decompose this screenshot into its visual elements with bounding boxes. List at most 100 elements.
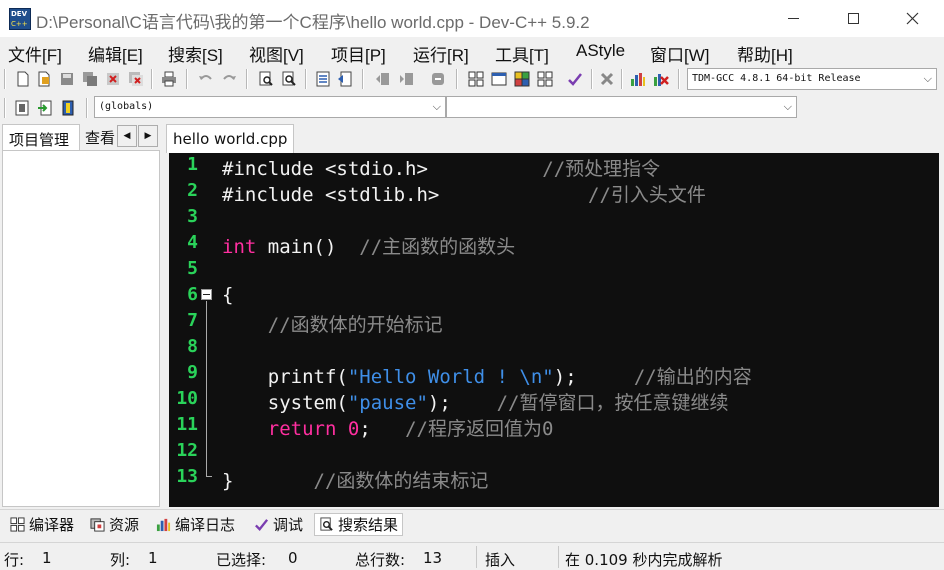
code-editor[interactable]: 1 2 3 4 5 6 7 8 9 10 11 12 13 #include <stdio.h> //预… xyxy=(169,153,939,507)
compile-run-button[interactable] xyxy=(513,70,531,88)
menu-project[interactable]: 项目[P] xyxy=(331,41,386,66)
menu-help[interactable]: 帮助[H] xyxy=(737,41,793,66)
redo-button[interactable] xyxy=(220,70,238,88)
undo-button[interactable] xyxy=(197,70,215,88)
redo-icon xyxy=(223,75,236,80)
code-line: printf("Hello World ! \n"); //输出的内容 xyxy=(222,362,752,388)
profile-button[interactable] xyxy=(629,70,647,88)
tab-compiler-label: 编译器 xyxy=(29,516,75,534)
toolbar-separator xyxy=(4,69,6,89)
devcpp-app-icon: DEV C++ xyxy=(9,8,31,30)
unindent-button[interactable] xyxy=(398,70,416,88)
close-file-icon xyxy=(107,73,119,85)
toolbar-separator xyxy=(86,98,88,118)
tab-resources[interactable]: 资源 xyxy=(86,513,143,536)
unindent-icon xyxy=(400,73,413,85)
line-number: 8 xyxy=(187,336,198,357)
menu-edit[interactable]: 编辑[E] xyxy=(88,41,143,66)
open-file-button[interactable] xyxy=(35,70,53,88)
bookmark-button[interactable] xyxy=(336,70,354,88)
delete-profile-button[interactable] xyxy=(652,70,670,88)
menu-search[interactable]: 搜索[S] xyxy=(168,41,223,66)
code-line: } //函数体的结束标记 xyxy=(222,466,488,492)
status-divider xyxy=(558,546,559,568)
menu-file[interactable]: 文件[F] xyxy=(8,41,62,66)
tab-scroll-left-button[interactable]: ◀ xyxy=(117,125,137,147)
toggle-comment-button[interactable] xyxy=(429,70,447,88)
save-all-button[interactable] xyxy=(81,70,99,88)
panel-splitter[interactable] xyxy=(162,122,168,509)
member-select[interactable]: ⌵ xyxy=(446,96,797,118)
clean-button[interactable] xyxy=(598,70,616,88)
toggle-comment-icon xyxy=(432,73,444,85)
save-button[interactable] xyxy=(58,70,76,88)
add-to-project-button[interactable] xyxy=(36,99,54,117)
tab-hello-world-cpp[interactable]: hello world.cpp xyxy=(166,124,295,153)
menu-tools[interactable]: 工具[T] xyxy=(495,41,549,66)
close-all-button[interactable] xyxy=(127,70,145,88)
run-button[interactable] xyxy=(490,70,508,88)
code-line: #include <stdio.h> //预处理指令 xyxy=(222,154,660,180)
scope-select[interactable]: (globals) ⌵ xyxy=(94,96,446,118)
code-token: //引入头文件 xyxy=(588,184,706,206)
menu-window[interactable]: 窗口[W] xyxy=(650,41,710,66)
new-file-button[interactable] xyxy=(14,70,32,88)
code-token: main() xyxy=(256,236,360,258)
project-tree[interactable] xyxy=(2,150,160,507)
fold-collapse-icon[interactable] xyxy=(201,289,212,300)
compiler-grid-icon xyxy=(10,517,25,532)
close-button[interactable] xyxy=(889,0,935,37)
print-button[interactable] xyxy=(160,70,178,88)
project-new-icon xyxy=(15,100,29,116)
toolbar-separator xyxy=(678,69,680,89)
indent-button[interactable] xyxy=(374,70,392,88)
compile-button[interactable] xyxy=(467,70,485,88)
close-file-button[interactable] xyxy=(104,70,122,88)
title-bar: DEV C++ D:\Personal\C语言代码\我的第一个C程序\hello… xyxy=(0,0,944,37)
menu-bar: 文件[F] 编辑[E] 搜索[S] 视图[V] 项目[P] 运行[R] 工具[T… xyxy=(0,38,944,65)
syntax-check-button[interactable] xyxy=(566,70,584,88)
status-selected-value: 0 xyxy=(288,549,298,567)
menu-view[interactable]: 视图[V] xyxy=(249,41,304,66)
code-token: "Hello World ! \n" xyxy=(347,366,554,388)
code-token: printf( xyxy=(222,366,348,388)
toolbar-separator xyxy=(456,69,458,89)
goto-line-button[interactable] xyxy=(314,70,332,88)
bottom-panel-tabs: 编译器 资源 编译日志 调试 搜索结果 xyxy=(0,509,944,537)
remove-from-project-button[interactable] xyxy=(59,99,77,117)
maximize-icon xyxy=(847,13,859,24)
compile-icon xyxy=(468,71,484,87)
minimize-button[interactable] xyxy=(770,0,816,37)
status-divider xyxy=(476,546,477,568)
new-project-button[interactable] xyxy=(13,99,31,117)
find-button[interactable] xyxy=(257,70,275,88)
code-line: int main() //主函数的函数头 xyxy=(222,232,515,258)
line-number: 10 xyxy=(176,388,198,409)
tab-compile-log-label: 编译日志 xyxy=(175,516,236,534)
status-total-lines-label: 总行数: xyxy=(355,551,406,569)
tab-debug[interactable]: 调试 xyxy=(250,513,307,536)
bar-chart-icon xyxy=(631,73,645,86)
tab-scroll-right-button[interactable]: ▶ xyxy=(138,125,158,147)
replace-icon xyxy=(282,71,296,86)
menu-run[interactable]: 运行[R] xyxy=(413,41,469,66)
tab-project-manager[interactable]: 项目管理 xyxy=(2,124,80,150)
tab-class-view[interactable]: 查看 xyxy=(82,127,118,149)
line-number: 12 xyxy=(176,440,198,461)
maximize-button[interactable] xyxy=(830,0,876,37)
menu-astyle[interactable]: AStyle xyxy=(576,41,625,61)
rebuild-all-button[interactable] xyxy=(536,70,554,88)
code-line: #include <stdlib.h> //引入头文件 xyxy=(222,180,706,206)
tab-compile-log[interactable]: 编译日志 xyxy=(152,513,239,536)
compiler-select[interactable]: TDM-GCC 4.8.1 64-bit Release ⌵ xyxy=(687,68,937,90)
tab-compiler[interactable]: 编译器 xyxy=(6,513,78,536)
status-selected-label: 已选择: xyxy=(216,551,267,569)
remove-file-icon xyxy=(62,100,74,116)
chevron-left-icon: ◀ xyxy=(123,131,131,141)
undo-icon xyxy=(199,75,212,80)
tab-search-results[interactable]: 搜索结果 xyxy=(314,513,404,536)
app-icon-cpp-text: C++ xyxy=(11,20,28,28)
toolbar-separator xyxy=(246,69,248,89)
replace-button[interactable] xyxy=(280,70,298,88)
